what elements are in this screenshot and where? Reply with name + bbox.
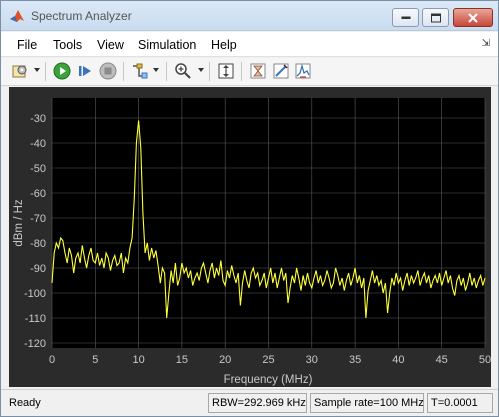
peak-finder-button[interactable]: [293, 61, 313, 81]
x-tick-label: 25: [262, 354, 274, 366]
x-tick-label: 10: [132, 354, 144, 366]
settings-dropdown-icon[interactable]: [34, 68, 40, 72]
window-title: Spectrum Analyzer: [31, 9, 132, 23]
x-tick-label: 5: [92, 354, 98, 366]
y-axis-label: dBm / Hz: [13, 199, 25, 247]
spectrum-plot[interactable]: -30 -40 -50 -60 -70 -80 -90 -100 -110 -120 0 5 10 15…: [9, 87, 491, 387]
trigger-button[interactable]: [248, 61, 268, 81]
toolbar-separator: [209, 62, 210, 81]
y-tick-label: -30: [30, 113, 46, 125]
menu-file[interactable]: File: [17, 38, 37, 52]
menu-simulation[interactable]: Simulation: [138, 38, 196, 52]
minimize-button[interactable]: [392, 8, 419, 27]
y-tick-label: -50: [30, 163, 46, 175]
x-tick-label: 15: [176, 354, 188, 366]
y-tick-label: -60: [30, 188, 46, 200]
status-rbw: RBW=292.969 kHz: [208, 393, 307, 413]
title-bar[interactable]: Spectrum Analyzer: [1, 1, 498, 31]
restore-button[interactable]: [422, 8, 449, 27]
x-tick-label: 40: [392, 354, 404, 366]
settings-icon: [12, 65, 27, 78]
x-tick-label: 30: [306, 354, 318, 366]
close-button[interactable]: [453, 8, 493, 27]
step-forward-icon: [79, 66, 91, 76]
trigger-icon: [250, 63, 266, 79]
x-tick-label: 0: [49, 354, 55, 366]
run-button[interactable]: [52, 61, 72, 81]
toolbar-separator: [241, 62, 242, 81]
menu-help[interactable]: Help: [211, 38, 237, 52]
x-tick-label: 45: [436, 354, 448, 366]
restore-icon: [430, 13, 441, 22]
measurements-icon: [273, 63, 289, 79]
matlab-logo-icon: [10, 10, 24, 22]
minimize-icon: [401, 16, 410, 19]
x-tick-labels: 0 5 10 15 20 25 30 35 40 45 50: [49, 354, 491, 366]
plot-panel: -30 -40 -50 -60 -70 -80 -90 -100 -110 -120 0 5 10 15…: [9, 87, 491, 387]
status-time: T=0.0001: [427, 393, 493, 413]
scale-axes-icon: [218, 63, 234, 79]
x-tick-label: 35: [349, 354, 361, 366]
stop-icon: [99, 62, 117, 80]
toolbar: [1, 58, 498, 86]
peak-finder-icon: [295, 63, 311, 79]
status-ready: Ready: [9, 397, 41, 409]
y-tick-label: -90: [30, 263, 46, 275]
x-tick-label: 50: [479, 354, 491, 366]
menu-view[interactable]: View: [97, 38, 124, 52]
stop-button[interactable]: [98, 61, 118, 81]
zoom-in-icon: [175, 63, 191, 79]
y-tick-label: -80: [30, 238, 46, 250]
menu-bar: File Tools View Simulation Help ⇲: [1, 32, 498, 57]
zoom-dropdown-icon[interactable]: [198, 68, 204, 72]
step-forward-button[interactable]: [75, 61, 95, 81]
toolbar-separator: [45, 62, 46, 81]
y-tick-label: -120: [24, 338, 46, 350]
signal-select-dropdown-icon[interactable]: [153, 68, 159, 72]
signal-select-button[interactable]: [130, 61, 150, 81]
menu-tools[interactable]: Tools: [53, 38, 82, 52]
toolbar-separator: [166, 62, 167, 81]
y-tick-label: -70: [30, 213, 46, 225]
spectrum-analyzer-window: Spectrum Analyzer File Tools View Simula…: [0, 0, 499, 417]
x-tick-label: 20: [219, 354, 231, 366]
toolbar-separator: [123, 62, 124, 81]
dock-arrow-icon[interactable]: ⇲: [482, 38, 490, 49]
measurements-button[interactable]: [271, 61, 291, 81]
settings-button[interactable]: [10, 61, 30, 81]
y-tick-labels: -30 -40 -50 -60 -70 -80 -90 -100 -110 -120: [24, 113, 46, 350]
signal-select-icon: [133, 63, 148, 79]
zoom-in-button[interactable]: [173, 61, 193, 81]
x-axis-label: Frequency (MHz): [224, 374, 313, 386]
close-icon: [468, 12, 478, 23]
run-icon: [53, 62, 71, 80]
y-tick-label: -100: [24, 288, 46, 300]
status-bar: Ready RBW=292.969 kHz Sample rate=100 MH…: [1, 389, 498, 416]
scale-axes-button[interactable]: [216, 61, 236, 81]
status-sample-rate: Sample rate=100 MHz: [310, 393, 424, 413]
y-tick-label: -110: [25, 313, 46, 325]
y-tick-label: -40: [30, 138, 46, 150]
